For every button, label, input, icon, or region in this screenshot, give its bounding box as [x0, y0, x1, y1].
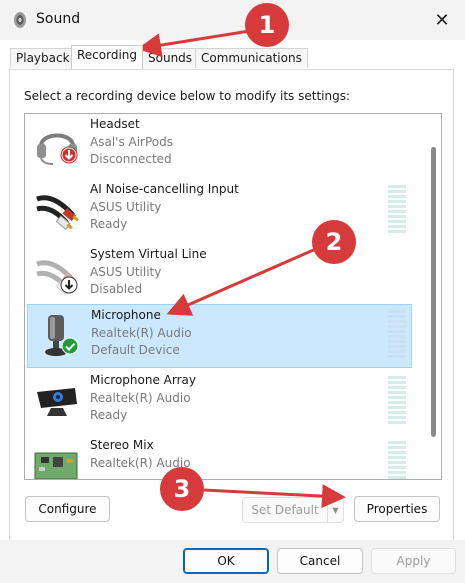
tab-playback[interactable]: Playback	[10, 48, 76, 68]
annotation-badge-2: 2	[312, 220, 356, 264]
ok-button[interactable]: OK	[183, 548, 269, 574]
window-title: Sound	[36, 11, 81, 27]
device-name: System Virtual Line	[90, 247, 207, 261]
tab-communications[interactable]: Communications	[195, 48, 308, 68]
apply-button[interactable]: Apply	[371, 548, 456, 574]
device-driver: ASUS Utility	[90, 200, 162, 214]
annotation-badge-3: 3	[160, 467, 204, 511]
green-check-icon	[61, 337, 79, 355]
down-arrow-disabled-icon	[60, 276, 78, 294]
device-name: Stereo Mix	[90, 438, 154, 452]
device-status: Ready	[90, 408, 128, 422]
close-button[interactable]: ✕	[419, 0, 465, 40]
close-icon: ✕	[434, 9, 450, 31]
device-name: Microphone Array	[90, 373, 196, 387]
rca-cable-icon	[36, 195, 79, 230]
list-item[interactable]: Headset Asal's AirPods Disconnected	[27, 114, 412, 178]
device-status: Ready	[90, 217, 128, 231]
chevron-down-icon: ▾	[332, 503, 339, 517]
level-meter	[388, 310, 406, 362]
device-status: Disconnected	[90, 152, 172, 166]
down-arrow-red-icon	[60, 146, 78, 164]
cancel-button[interactable]: Cancel	[277, 548, 363, 574]
list-item[interactable]: Microphone Array Realtek(R) Audio Ready	[27, 370, 412, 434]
tab-sounds[interactable]: Sounds	[142, 48, 199, 68]
webcam-icon	[37, 388, 77, 416]
list-item-selected[interactable]: Microphone Realtek(R) Audio Default Devi…	[27, 304, 412, 368]
device-driver: Realtek(R) Audio	[91, 326, 192, 340]
device-name: Microphone	[91, 308, 161, 322]
device-name: Headset	[90, 117, 140, 131]
instruction-text: Select a recording device below to modif…	[24, 89, 351, 103]
set-default-dropdown[interactable]: ▾	[327, 497, 344, 523]
recording-device-list[interactable]: Headset Asal's AirPods Disconnected AI N…	[24, 113, 442, 480]
scrollbar[interactable]	[427, 114, 441, 479]
device-status: Disabled	[90, 282, 143, 296]
device-name: AI Noise-cancelling Input	[90, 182, 239, 196]
tab-recording[interactable]: Recording	[71, 45, 144, 69]
device-driver: ASUS Utility	[90, 265, 162, 279]
device-driver: Asal's AirPods	[90, 135, 174, 149]
set-default-button[interactable]: Set Default	[242, 497, 328, 523]
device-status: Default Device	[91, 343, 180, 357]
level-meter	[388, 185, 406, 237]
properties-button[interactable]: Properties	[354, 496, 440, 522]
device-driver: Realtek(R) Audio	[90, 391, 191, 405]
speaker-icon	[14, 12, 26, 28]
configure-button[interactable]: Configure	[25, 496, 110, 522]
annotation-badge-1: 1	[245, 3, 289, 47]
list-item[interactable]: Stereo Mix Realtek(R) Audio	[27, 435, 412, 479]
level-meter	[388, 441, 406, 479]
list-item[interactable]: System Virtual Line ASUS Utility Disable…	[27, 244, 412, 308]
circuit-board-icon	[34, 452, 78, 479]
level-meter	[388, 376, 406, 428]
scrollbar-thumb[interactable]	[431, 147, 436, 437]
title-bar: Sound ✕	[0, 0, 465, 40]
